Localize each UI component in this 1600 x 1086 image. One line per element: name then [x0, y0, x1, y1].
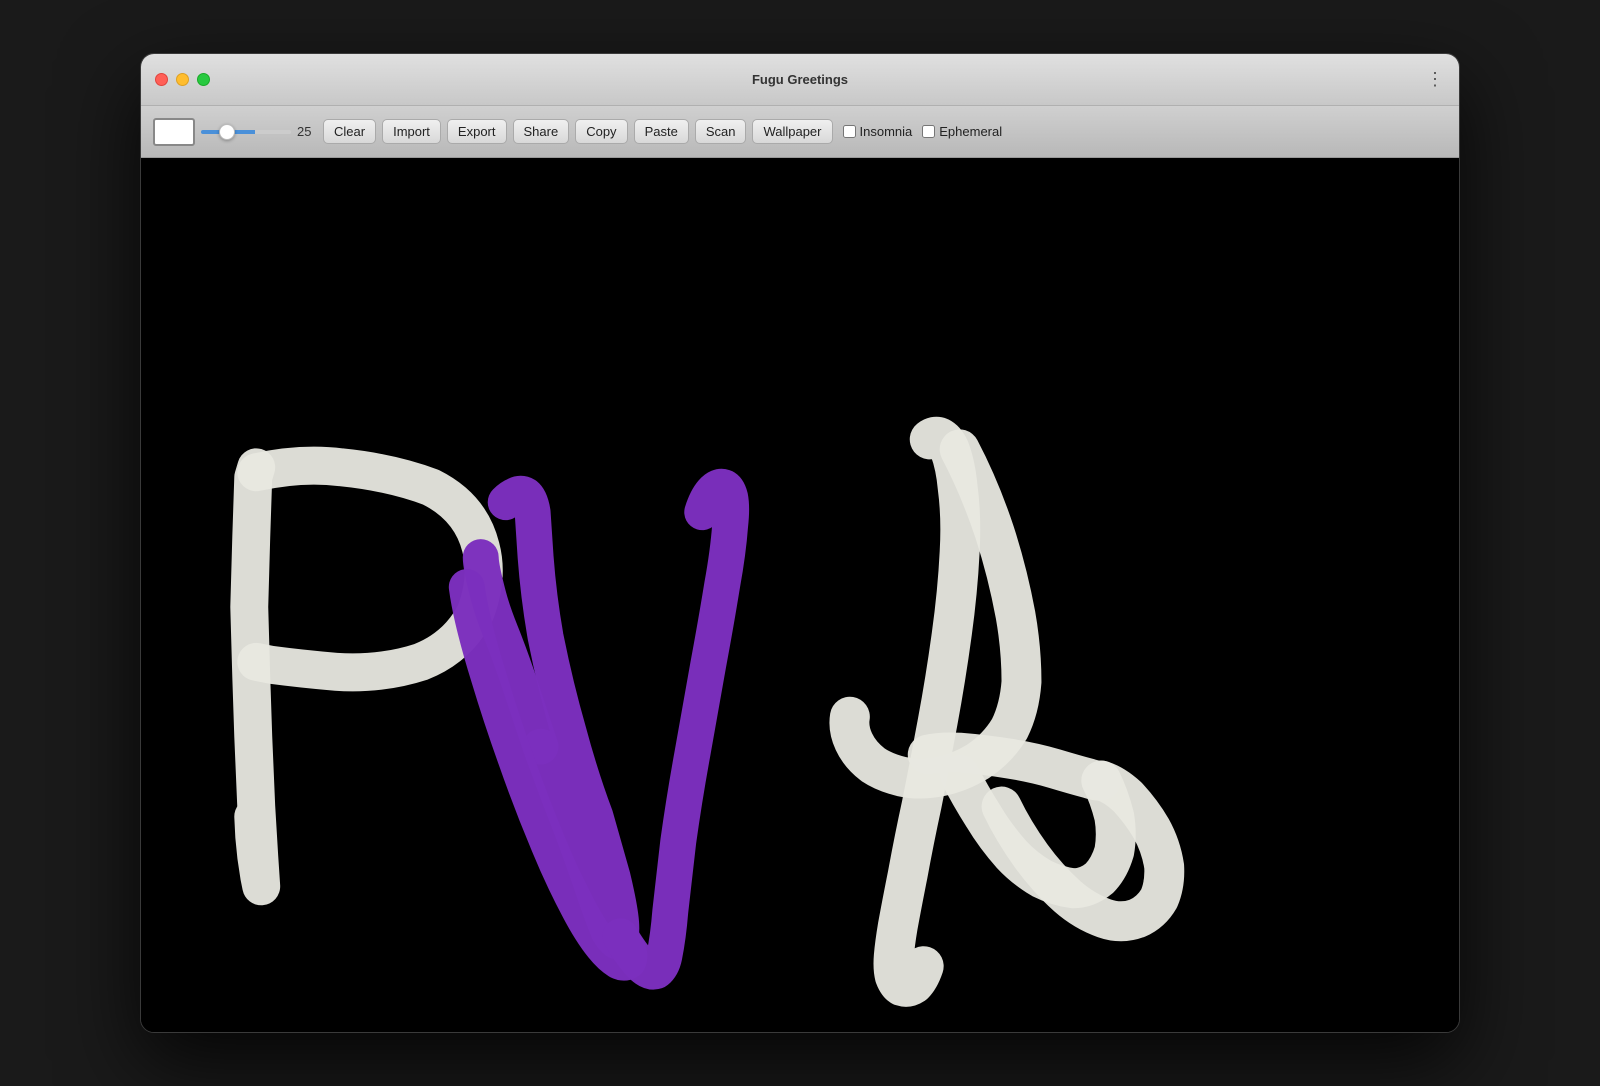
titlebar: Fugu Greetings ⋮	[141, 54, 1459, 106]
maximize-button[interactable]	[197, 73, 210, 86]
window-title: Fugu Greetings	[752, 72, 848, 87]
titlebar-controls	[155, 73, 210, 86]
clear-button[interactable]: Clear	[323, 119, 376, 144]
color-swatch[interactable]	[153, 118, 195, 146]
ephemeral-group: Ephemeral	[922, 124, 1002, 139]
paste-button[interactable]: Paste	[634, 119, 689, 144]
import-button[interactable]: Import	[382, 119, 441, 144]
titlebar-menu[interactable]: ⋮	[1426, 69, 1445, 90]
menu-dots-icon[interactable]: ⋮	[1426, 69, 1445, 90]
app-window: Fugu Greetings ⋮ 25 Clear Import Export …	[140, 53, 1460, 1033]
drawing-canvas[interactable]	[141, 158, 1459, 1032]
insomnia-checkbox[interactable]	[843, 125, 856, 138]
pwa-drawing	[141, 158, 1459, 1032]
insomnia-label[interactable]: Insomnia	[860, 124, 913, 139]
toolbar: 25 Clear Import Export Share Copy Paste …	[141, 106, 1459, 158]
ephemeral-label[interactable]: Ephemeral	[939, 124, 1002, 139]
share-button[interactable]: Share	[513, 119, 570, 144]
scan-button[interactable]: Scan	[695, 119, 747, 144]
insomnia-group: Insomnia	[843, 124, 913, 139]
canvas-area[interactable]	[141, 158, 1459, 1032]
export-button[interactable]: Export	[447, 119, 507, 144]
brush-size-label: 25	[297, 124, 317, 139]
brush-size-slider[interactable]	[201, 130, 291, 134]
ephemeral-checkbox[interactable]	[922, 125, 935, 138]
minimize-button[interactable]	[176, 73, 189, 86]
brush-size-container: 25	[201, 124, 317, 139]
copy-button[interactable]: Copy	[575, 119, 627, 144]
wallpaper-button[interactable]: Wallpaper	[752, 119, 832, 144]
close-button[interactable]	[155, 73, 168, 86]
